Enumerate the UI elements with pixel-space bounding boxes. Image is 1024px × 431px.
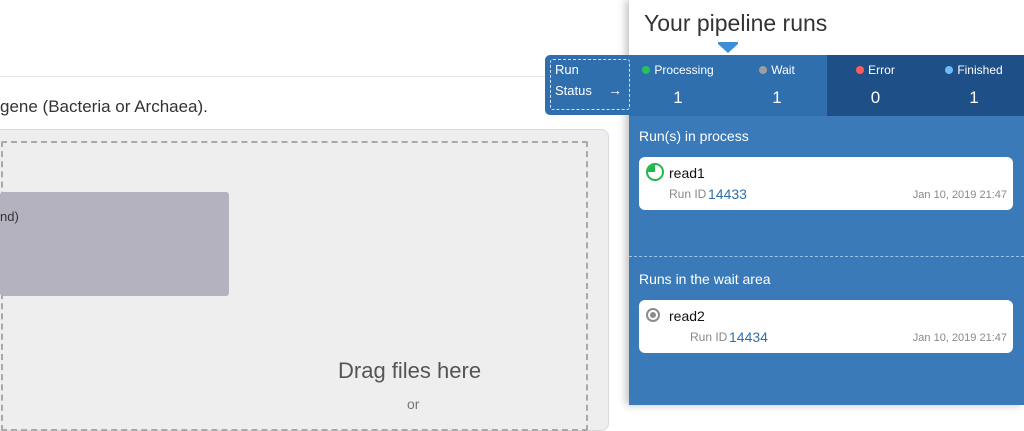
run-date: Jan 10, 2019 21:47 (912, 332, 1007, 344)
uploaded-file-card[interactable]: nd) (0, 192, 229, 296)
run-id-link[interactable]: 14434 (729, 329, 768, 345)
section-divider (629, 256, 1024, 257)
status-label: Error (868, 63, 895, 77)
caret-down-icon (718, 44, 738, 53)
run-card[interactable]: read1 Run ID 14433 Jan 10, 2019 21:47 (639, 157, 1013, 210)
processing-icon (646, 163, 664, 181)
run-status-label-line1: Run (555, 62, 579, 77)
status-processing[interactable]: Processing 1 (629, 55, 727, 116)
header-divider (0, 76, 630, 77)
status-count: 1 (673, 88, 683, 107)
run-status-toggle[interactable]: Run Status → (545, 55, 631, 115)
run-name: read1 (669, 165, 705, 181)
status-label: Wait (771, 63, 795, 77)
status-finished[interactable]: Finished 1 (924, 55, 1024, 116)
panel-title: Your pipeline runs (644, 10, 828, 36)
in-process-title: Run(s) in process (639, 128, 749, 144)
status-error[interactable]: Error 0 (827, 55, 924, 116)
status-label: Processing (654, 63, 714, 77)
drag-or-text: or (407, 396, 420, 412)
file-card-label: nd) (0, 209, 19, 224)
status-label: Finished (957, 63, 1003, 77)
status-count: 1 (969, 88, 979, 107)
run-id-label: Run ID (690, 330, 728, 344)
status-wait[interactable]: Wait 1 (727, 55, 827, 116)
run-status-label-line2: Status (555, 83, 592, 98)
arrow-right-icon: → (608, 82, 622, 98)
run-id-link[interactable]: 14433 (708, 186, 747, 202)
wait-area-title: Runs in the wait area (639, 271, 771, 287)
wait-icon (646, 308, 660, 322)
finished-dot-icon (945, 66, 954, 74)
panel-header: Your pipeline runs (629, 0, 1024, 55)
run-id-label: Run ID (669, 187, 707, 201)
drag-files-text: Drag files here (338, 358, 482, 383)
run-date: Jan 10, 2019 21:47 (912, 189, 1007, 201)
error-dot-icon (856, 66, 865, 74)
run-card[interactable]: read2 Run ID 14434 Jan 10, 2019 21:47 (639, 300, 1013, 353)
instruction-text: gene (Bacteria or Archaea). (0, 97, 208, 116)
status-count: 1 (772, 88, 782, 107)
status-count: 0 (870, 88, 881, 107)
pipeline-runs-panel: Your pipeline runs Processing 1 Wait 1 E… (629, 0, 1024, 405)
wait-dot-icon (759, 66, 768, 74)
status-summary: Processing 1 Wait 1 Error 0 Finished 1 (629, 55, 1024, 116)
processing-dot-icon (642, 66, 651, 74)
run-name: read2 (669, 308, 705, 324)
